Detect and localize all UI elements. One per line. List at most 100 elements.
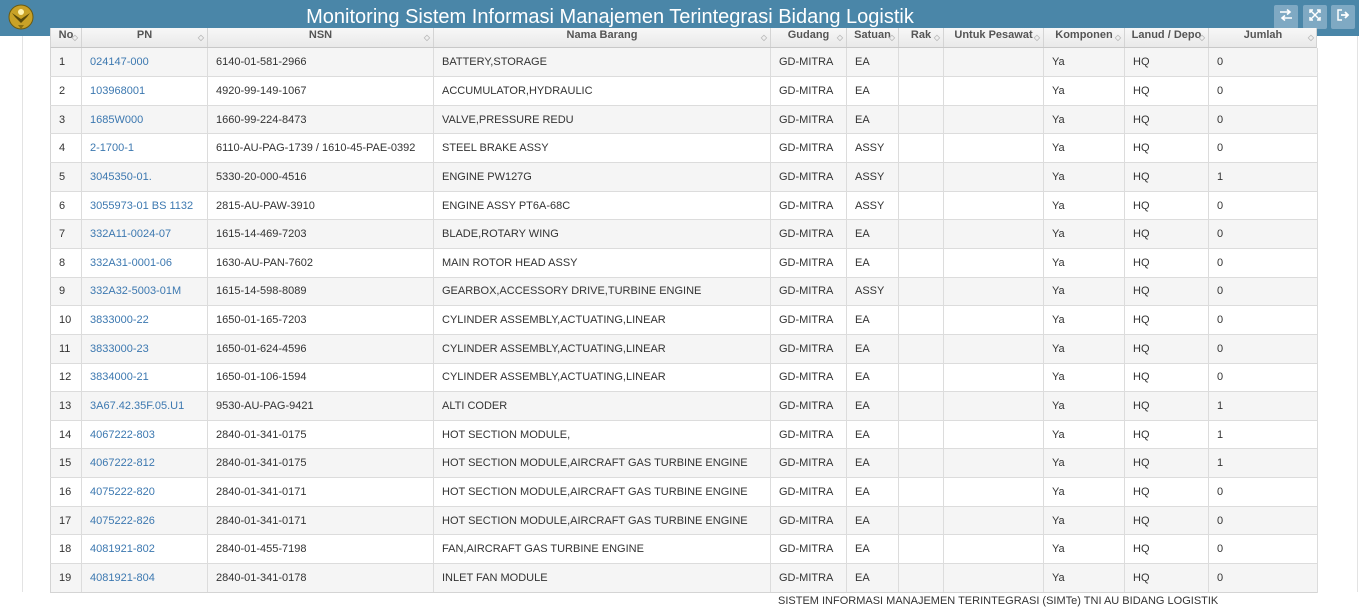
table-row[interactable]: 16 4075222-820 2840-01-341-0171 HOT SECTION… bbox=[50, 477, 1318, 507]
logout-button[interactable] bbox=[1331, 5, 1355, 29]
table-cell: Ya bbox=[1043, 48, 1125, 78]
table-cell: HQ bbox=[1124, 76, 1209, 106]
column-header[interactable]: Gudang ◇ bbox=[771, 28, 847, 47]
pn-link[interactable]: 4081921-804 bbox=[81, 563, 208, 593]
pn-link[interactable]: 3055973-01 BS 1132 bbox=[81, 191, 208, 221]
sort-icon[interactable]: ◇ bbox=[761, 32, 767, 44]
pn-link[interactable]: 3045350-01. bbox=[81, 162, 208, 192]
pn-link[interactable]: 332A11-0024-07 bbox=[81, 219, 208, 249]
pn-link[interactable]: 4075222-826 bbox=[81, 506, 208, 536]
table-row[interactable]: 11 3833000-23 1650-01-624-4596 CYLINDER ASS… bbox=[50, 334, 1318, 364]
table-cell: EA bbox=[846, 420, 899, 450]
column-header[interactable]: Satuan ◇ bbox=[847, 28, 899, 47]
table-cell: EA bbox=[846, 506, 899, 536]
column-header[interactable]: Untuk Pesawat ◇ bbox=[944, 28, 1044, 47]
table-row[interactable]: 14 4067222-803 2840-01-341-0175 HOT SECTION… bbox=[50, 420, 1318, 450]
table-cell bbox=[898, 563, 944, 593]
sort-icon[interactable]: ◇ bbox=[1199, 32, 1205, 44]
pn-link[interactable]: 4081921-802 bbox=[81, 534, 208, 565]
table-row[interactable]: 19 4081921-804 2840-01-341-0178 INLET FAN M… bbox=[50, 563, 1318, 593]
table-cell: 0 bbox=[1208, 248, 1318, 278]
sort-icon[interactable]: ◇ bbox=[1034, 32, 1040, 44]
sort-icon[interactable]: ◇ bbox=[889, 32, 895, 44]
table-row[interactable]: 17 4075222-826 2840-01-341-0171 HOT SECTION… bbox=[50, 506, 1318, 536]
table-cell: 0 bbox=[1208, 105, 1318, 135]
sort-icon[interactable]: ◇ bbox=[198, 32, 204, 44]
table-row[interactable]: 5 3045350-01. 5330-20-000-4516 ENGINE PW127… bbox=[50, 162, 1318, 192]
pn-link[interactable]: 3833000-22 bbox=[81, 305, 208, 335]
table-cell: 0 bbox=[1208, 305, 1318, 335]
table-row[interactable]: 7 332A11-0024-07 1615-14-469-7203 BLADE,ROT… bbox=[50, 219, 1318, 249]
sort-icon[interactable]: ◇ bbox=[72, 32, 78, 44]
table-cell: 1 bbox=[1208, 420, 1318, 450]
pn-link[interactable]: 2-1700-1 bbox=[81, 133, 208, 164]
swap-button[interactable] bbox=[1274, 5, 1298, 29]
table-cell: HQ bbox=[1124, 563, 1209, 593]
table-row[interactable]: 4 2-1700-1 6110-AU-PAG-1739 / 1610-45-PAE-… bbox=[50, 133, 1318, 164]
table-cell bbox=[898, 477, 944, 507]
table-row[interactable]: 18 4081921-802 2840-01-455-7198 FAN,AIRCRAF… bbox=[50, 534, 1318, 565]
sort-icon[interactable]: ◇ bbox=[837, 32, 843, 44]
table-cell: HQ bbox=[1124, 391, 1209, 421]
table-cell: Ya bbox=[1043, 563, 1125, 593]
table-cell bbox=[943, 76, 1044, 106]
table-row[interactable]: 1 024147-000 6140-01-581-2966 BATTERY,STORA… bbox=[50, 48, 1318, 78]
column-header[interactable]: No ◇ bbox=[51, 28, 82, 47]
sort-icon[interactable]: ◇ bbox=[1308, 32, 1314, 44]
pn-link[interactable]: 3833000-23 bbox=[81, 334, 208, 364]
table-row[interactable]: 13 3A67.42.35F.05.U1 9530-AU-PAG-9421 ALTI … bbox=[50, 391, 1318, 421]
column-header[interactable]: NSN ◇ bbox=[208, 28, 434, 47]
table-row[interactable]: 3 1685W000 1660-99-224-8473 VALVE,PRESSURE … bbox=[50, 105, 1318, 135]
table-cell bbox=[898, 420, 944, 450]
table-cell: 10 bbox=[50, 305, 82, 335]
sort-icon[interactable]: ◇ bbox=[934, 32, 940, 44]
column-header-label: Rak bbox=[910, 29, 932, 41]
table-cell bbox=[943, 477, 1044, 507]
pn-link[interactable]: 332A32-5003-01M bbox=[81, 277, 208, 307]
table-cell: ENGINE ASSY PT6A-68C bbox=[433, 191, 771, 221]
pn-link[interactable]: 4075222-820 bbox=[81, 477, 208, 507]
table-row[interactable]: 2 103968001 4920-99-149-1067 ACCUMULATOR,HY… bbox=[50, 76, 1318, 106]
column-header[interactable]: Jumlah ◇ bbox=[1209, 28, 1316, 47]
table-cell: 1 bbox=[1208, 448, 1318, 479]
pn-link[interactable]: 3834000-21 bbox=[81, 363, 208, 393]
table-cell: GD-MITRA bbox=[770, 305, 847, 335]
pn-link[interactable]: 4067222-812 bbox=[81, 448, 208, 479]
table-row[interactable]: 12 3834000-21 1650-01-106-1594 CYLINDER ASS… bbox=[50, 363, 1318, 393]
column-header[interactable]: Lanud / Depo ◇ bbox=[1125, 28, 1209, 47]
sort-icon[interactable]: ◇ bbox=[1115, 32, 1121, 44]
pn-link[interactable]: 024147-000 bbox=[81, 48, 208, 78]
table-cell: 12 bbox=[50, 363, 82, 393]
table-cell: 0 bbox=[1208, 219, 1318, 249]
table-row[interactable]: 8 332A31-0001-06 1630-AU-PAN-7602 MAIN ROTO… bbox=[50, 248, 1318, 278]
table-cell: EA bbox=[846, 219, 899, 249]
fullscreen-button[interactable] bbox=[1303, 5, 1327, 29]
column-header[interactable]: Rak ◇ bbox=[899, 28, 944, 47]
table-row[interactable]: 15 4067222-812 2840-01-341-0175 HOT SECTION… bbox=[50, 448, 1318, 479]
table-row[interactable]: 6 3055973-01 BS 1132 2815-AU-PAW-3910 ENGIN… bbox=[50, 191, 1318, 221]
pn-link[interactable]: 103968001 bbox=[81, 76, 208, 106]
table-cell: 0 bbox=[1208, 506, 1318, 536]
column-header-label: Gudang bbox=[787, 29, 830, 41]
table-cell: GD-MITRA bbox=[770, 162, 847, 192]
pn-link[interactable]: 4067222-803 bbox=[81, 420, 208, 450]
sort-icon[interactable]: ◇ bbox=[424, 32, 430, 44]
table-cell: 14 bbox=[50, 420, 82, 450]
table-cell: Ya bbox=[1043, 105, 1125, 135]
table-cell bbox=[898, 305, 944, 335]
table-cell bbox=[943, 105, 1044, 135]
table-row[interactable]: 10 3833000-22 1650-01-165-7203 CYLINDER ASS… bbox=[50, 305, 1318, 335]
table-cell: ASSY bbox=[846, 191, 899, 221]
table-cell bbox=[943, 48, 1044, 78]
table-row[interactable]: 9 332A32-5003-01M 1615-14-598-8089 GEARBOX,… bbox=[50, 277, 1318, 307]
column-header[interactable]: Komponen ◇ bbox=[1044, 28, 1125, 47]
table-header: No ◇ PN ◇ NSN ◇ Nama Barang ◇ Gudang ◇ Satuan ◇ Rak ◇… bbox=[50, 28, 1317, 48]
table-cell: Ya bbox=[1043, 391, 1125, 421]
column-header[interactable]: PN ◇ bbox=[82, 28, 208, 47]
table-cell: GD-MITRA bbox=[770, 334, 847, 364]
column-header[interactable]: Nama Barang ◇ bbox=[434, 28, 771, 47]
pn-link[interactable]: 332A31-0001-06 bbox=[81, 248, 208, 278]
pn-link[interactable]: 1685W000 bbox=[81, 105, 208, 135]
fullscreen-icon bbox=[1309, 8, 1321, 26]
pn-link[interactable]: 3A67.42.35F.05.U1 bbox=[81, 391, 208, 421]
